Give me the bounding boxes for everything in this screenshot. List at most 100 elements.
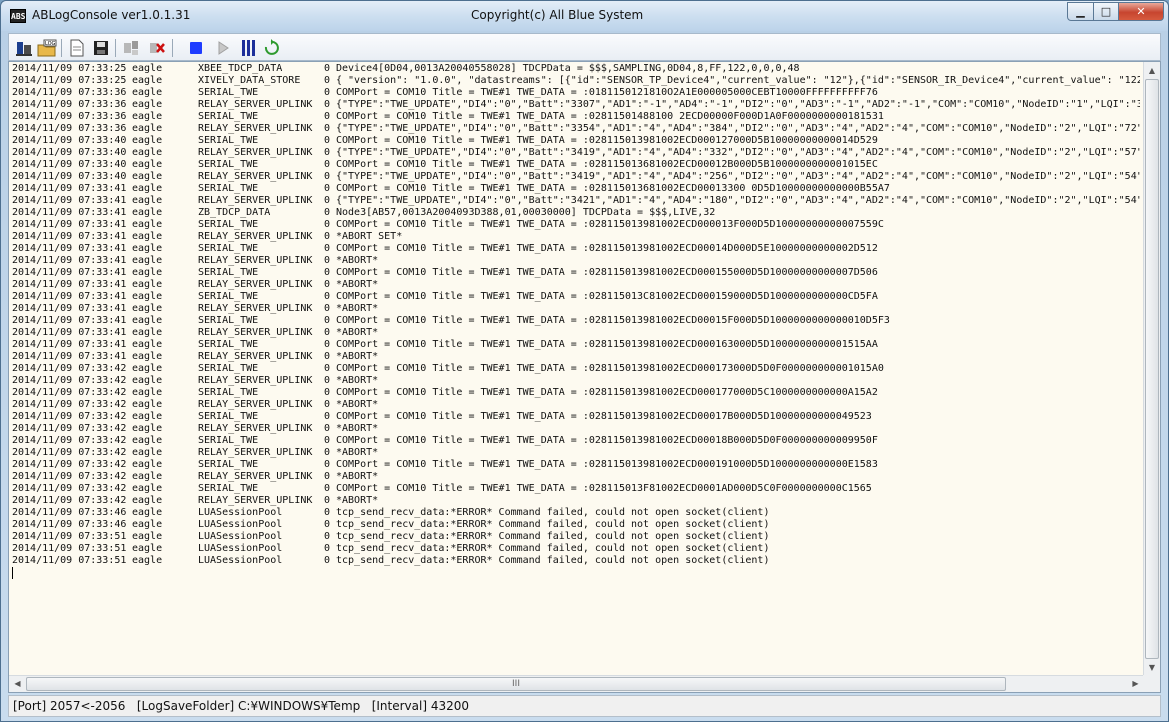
log-timestamp: 2014/11/09 07:33:42 — [12, 399, 127, 410]
log-timestamp: 2014/11/09 07:33:42 — [12, 495, 127, 506]
stop-icon — [190, 42, 202, 54]
log-line[interactable]: 2014/11/09 07:33:42 eagle RELAY_SERVER_UPL… — [12, 399, 1140, 411]
log-line[interactable]: 2014/11/09 07:33:41 eagle SERIAL_TWE 0 COMPo… — [12, 339, 1140, 351]
app-icon[interactable]: ABS — [10, 9, 26, 23]
log-line[interactable]: 2014/11/09 07:33:41 eagle RELAY_SERVER_UPL… — [12, 255, 1140, 267]
log-line[interactable]: 2014/11/09 07:33:36 eagle SERIAL_TWE 0 COMPo… — [12, 87, 1140, 99]
log-line[interactable]: 2014/11/09 07:33:42 eagle RELAY_SERVER_UPL… — [12, 423, 1140, 435]
open-log-icon: LOG — [37, 39, 57, 57]
log-source: SERIAL_TWE — [198, 483, 259, 494]
play-button[interactable] — [213, 38, 233, 58]
log-line[interactable]: 2014/11/09 07:33:41 eagle RELAY_SERVER_UPL… — [12, 279, 1140, 291]
log-user: eagle — [132, 447, 163, 458]
log-message: tcp_send_recv_data:*ERROR* Command faile… — [336, 507, 770, 518]
log-line[interactable]: 2014/11/09 07:33:41 eagle RELAY_SERVER_UPL… — [12, 303, 1140, 315]
log-message: {"TYPE":"TWE_UPDATE","DI4":"0","Batt":"3… — [336, 195, 1140, 206]
stop-button[interactable] — [186, 38, 206, 58]
log-line[interactable]: 2014/11/09 07:33:51 eagle LUASessionPool 0 t… — [12, 555, 1140, 567]
log-user: eagle — [132, 387, 163, 398]
log-line[interactable]: 2014/11/09 07:33:51 eagle LUASessionPool 0 t… — [12, 543, 1140, 555]
log-line[interactable]: 2014/11/09 07:33:36 eagle SERIAL_TWE 0 COMPo… — [12, 111, 1140, 123]
log-timestamp: 2014/11/09 07:33:41 — [12, 183, 127, 194]
log-line[interactable]: 2014/11/09 07:33:41 eagle RELAY_SERVER_UPL… — [12, 327, 1140, 339]
log-line[interactable]: 2014/11/09 07:33:40 eagle RELAY_SERVER_UPL… — [12, 171, 1140, 183]
log-line[interactable]: 2014/11/09 07:33:41 eagle SERIAL_TWE 0 COMPo… — [12, 291, 1140, 303]
log-user: eagle — [132, 75, 163, 86]
close-button[interactable]: ✕ — [1118, 2, 1164, 21]
log-line[interactable]: 2014/11/09 07:33:42 eagle SERIAL_TWE 0 COMPo… — [12, 483, 1140, 495]
log-line[interactable]: 2014/11/09 07:33:41 eagle SERIAL_TWE 0 COMPo… — [12, 183, 1140, 195]
log-line[interactable]: 2014/11/09 07:33:41 eagle RELAY_SERVER_UPL… — [12, 195, 1140, 207]
minimize-button[interactable]: ▁ — [1067, 2, 1094, 21]
log-timestamp: 2014/11/09 07:33:41 — [12, 207, 127, 218]
vertical-scroll-thumb[interactable] — [1145, 79, 1159, 659]
log-line[interactable]: 2014/11/09 07:33:42 eagle RELAY_SERVER_UPL… — [12, 375, 1140, 387]
log-line[interactable]: 2014/11/09 07:33:42 eagle RELAY_SERVER_UPL… — [12, 447, 1140, 459]
scroll-down-icon[interactable]: ▼ — [1144, 659, 1160, 676]
log-line[interactable]: 2014/11/09 07:33:42 eagle SERIAL_TWE 0 COMPo… — [12, 387, 1140, 399]
scrollbar-corner — [1143, 675, 1160, 692]
log-line[interactable]: 2014/11/09 07:33:42 eagle RELAY_SERVER_UPL… — [12, 495, 1140, 507]
log-view[interactable]: 2014/11/09 07:33:25 eagle XBEE_TDCP_DATA 0 D… — [8, 61, 1161, 693]
log-text[interactable]: 2014/11/09 07:33:25 eagle XBEE_TDCP_DATA 0 D… — [12, 63, 1140, 675]
log-message: {"TYPE":"TWE_UPDATE","DI4":"0","Batt":"3… — [336, 123, 1140, 134]
new-document-button[interactable] — [67, 38, 87, 58]
log-line[interactable]: 2014/11/09 07:33:41 eagle SERIAL_TWE 0 COMPo… — [12, 243, 1140, 255]
tools-button[interactable] — [14, 38, 34, 58]
log-timestamp: 2014/11/09 07:33:42 — [12, 435, 127, 446]
log-message: COMPort = COM10 Title = TWE#1 TWE_DATA =… — [336, 435, 878, 446]
log-line[interactable]: 2014/11/09 07:33:36 eagle RELAY_SERVER_UPL… — [12, 99, 1140, 111]
log-user: eagle — [132, 147, 163, 158]
pause-button[interactable] — [238, 38, 258, 58]
title-bar[interactable]: ABS ABLogConsole ver1.0.1.31 Copyright(c… — [1, 1, 1168, 31]
horizontal-scrollbar[interactable]: ◀ III ▶ — [9, 675, 1144, 692]
maximize-button[interactable]: □ — [1093, 2, 1119, 21]
log-line[interactable]: 2014/11/09 07:33:25 eagle XIVELY_DATA_STOR… — [12, 75, 1140, 87]
log-user: eagle — [132, 219, 163, 230]
horizontal-scroll-thumb[interactable]: III — [26, 677, 1006, 691]
scroll-up-icon[interactable]: ▲ — [1144, 62, 1160, 79]
vertical-scrollbar[interactable]: ▲ ▼ — [1143, 62, 1160, 676]
refresh-button[interactable] — [261, 38, 281, 58]
log-source: SERIAL_TWE — [198, 243, 259, 254]
log-line[interactable]: 2014/11/09 07:33:46 eagle LUASessionPool 0 t… — [12, 507, 1140, 519]
log-source: SERIAL_TWE — [198, 339, 259, 350]
log-line[interactable]: 2014/11/09 07:33:40 eagle RELAY_SERVER_UPL… — [12, 147, 1140, 159]
log-line[interactable]: 2014/11/09 07:33:40 eagle SERIAL_TWE 0 COMPo… — [12, 135, 1140, 147]
scroll-right-icon[interactable]: ▶ — [1127, 676, 1144, 692]
log-user: eagle — [132, 495, 163, 506]
log-line[interactable]: 2014/11/09 07:33:42 eagle RELAY_SERVER_UPL… — [12, 471, 1140, 483]
log-line[interactable]: 2014/11/09 07:33:46 eagle LUASessionPool 0 t… — [12, 519, 1140, 531]
log-line[interactable]: 2014/11/09 07:33:41 eagle RELAY_SERVER_UPL… — [12, 351, 1140, 363]
log-level: 0 — [324, 231, 331, 242]
connect-button[interactable] — [121, 38, 141, 58]
log-level: 0 — [324, 111, 331, 122]
log-line[interactable]: 2014/11/09 07:33:41 eagle SERIAL_TWE 0 COMPo… — [12, 267, 1140, 279]
play-icon — [218, 41, 229, 55]
log-level: 0 — [324, 183, 331, 194]
log-line[interactable]: 2014/11/09 07:33:41 eagle ZB_TDCP_DATA 0 Nod… — [12, 207, 1140, 219]
log-message: COMPort = COM10 Title = TWE#1 TWE_DATA =… — [336, 87, 878, 98]
log-message: *ABORT* — [336, 327, 379, 338]
log-level: 0 — [324, 195, 331, 206]
log-line[interactable]: 2014/11/09 07:33:40 eagle SERIAL_TWE 0 COMPo… — [12, 159, 1140, 171]
log-line[interactable]: 2014/11/09 07:33:36 eagle RELAY_SERVER_UPL… — [12, 123, 1140, 135]
log-level: 0 — [324, 495, 331, 506]
save-button[interactable] — [91, 38, 111, 58]
scroll-left-icon[interactable]: ◀ — [9, 676, 26, 692]
log-line[interactable]: 2014/11/09 07:33:42 eagle SERIAL_TWE 0 COMPo… — [12, 459, 1140, 471]
log-line[interactable]: 2014/11/09 07:33:41 eagle SERIAL_TWE 0 COMPo… — [12, 219, 1140, 231]
log-line[interactable]: 2014/11/09 07:33:42 eagle SERIAL_TWE 0 COMPo… — [12, 363, 1140, 375]
log-line[interactable]: 2014/11/09 07:33:25 eagle XBEE_TDCP_DATA 0 D… — [12, 63, 1140, 75]
open-log-button[interactable]: LOG — [37, 38, 57, 58]
log-line[interactable]: 2014/11/09 07:33:41 eagle SERIAL_TWE 0 COMPo… — [12, 315, 1140, 327]
disconnect-button[interactable] — [147, 38, 167, 58]
log-line[interactable]: 2014/11/09 07:33:42 eagle SERIAL_TWE 0 COMPo… — [12, 411, 1140, 423]
svg-text:LOG: LOG — [45, 41, 56, 47]
log-line[interactable]: 2014/11/09 07:33:51 eagle LUASessionPool 0 t… — [12, 531, 1140, 543]
log-line[interactable]: 2014/11/09 07:33:41 eagle RELAY_SERVER_UPL… — [12, 231, 1140, 243]
log-level: 0 — [324, 123, 331, 134]
log-message: *ABORT* — [336, 495, 379, 506]
log-line[interactable]: 2014/11/09 07:33:42 eagle SERIAL_TWE 0 COMPo… — [12, 435, 1140, 447]
log-source: RELAY_SERVER_UPLINK — [198, 351, 313, 362]
